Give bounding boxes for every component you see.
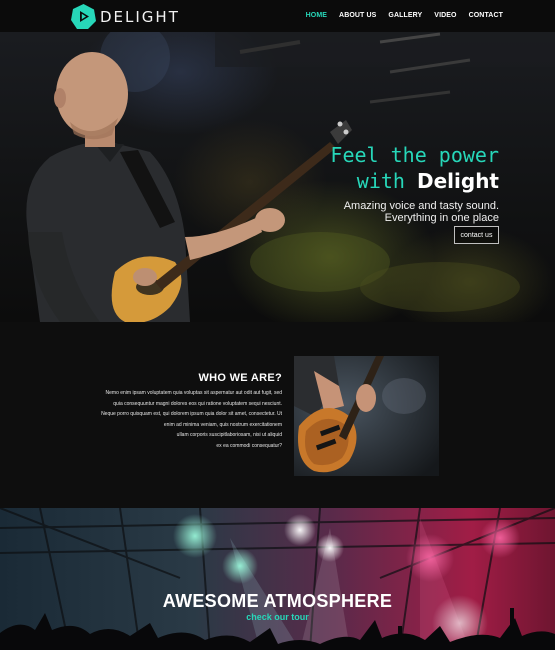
nav-item-video[interactable]: VIDEO	[434, 12, 456, 19]
hero-subtitle-line1: Amazing voice and tasty sound.	[343, 200, 499, 212]
hero-section: Feel the power with Delight Amazing voic…	[0, 32, 555, 322]
atmosphere-title: AWESOME ATMOSPHERE	[162, 591, 393, 611]
concert-crowd-photo	[0, 508, 555, 650]
hero-title-line2: with Delight	[330, 168, 499, 194]
hero-title-line1: Feel the power	[330, 143, 499, 167]
nav-item-contact[interactable]: CONTACT	[469, 12, 503, 19]
hero-subtitle-line2: Everything in one place	[384, 212, 499, 224]
guitar-closeup-photo	[294, 356, 439, 476]
about-body-line: enim ad minima veniam, quis nostrum exer…	[163, 421, 282, 428]
hero-title-prefix: with	[356, 169, 417, 193]
nav-item-home[interactable]: HOME	[306, 12, 327, 19]
nav-item-about-us[interactable]: ABOUT US	[339, 12, 376, 19]
nav-item-gallery[interactable]: GALLERY	[388, 12, 422, 19]
logo-text: DELIGHT	[100, 7, 180, 26]
about-title: WHO WE ARE?	[198, 372, 282, 384]
site-header: DELIGHT HOME ABOUT US GALLERY VIDEO CONT…	[0, 0, 555, 32]
check-our-tour-link[interactable]: check our tour	[0, 612, 555, 622]
about-body-line: Neque porro quisquam est, qui dolorem ip…	[101, 411, 282, 418]
main-nav: HOME ABOUT US GALLERY VIDEO CONTACT	[306, 12, 503, 19]
about-body: Nemo enim ipsam voluptatem quia voluptas…	[82, 388, 282, 452]
about-body-line: ex ea commodi consequatur?	[216, 442, 282, 449]
about-body-line: Nemo enim ipsam voluptatem quia voluptas…	[105, 390, 282, 396]
hero-headline: Feel the power with Delight Amazing voic…	[330, 142, 499, 224]
about-section: WHO WE ARE? Nemo enim ipsam voluptatem q…	[0, 322, 555, 508]
contact-us-button[interactable]: contact us	[454, 226, 499, 244]
hero-title-brand: Delight	[417, 169, 499, 193]
logo[interactable]: DELIGHT	[70, 3, 180, 30]
atmosphere-section: AWESOME ATMOSPHERE check our tour	[0, 508, 555, 650]
play-logo-icon	[71, 4, 96, 29]
about-body-line: ullam corporis suscipitlaboriosam, nisi …	[176, 432, 282, 439]
about-body-line: quia consequuntur magni dolores eos qui …	[113, 400, 282, 407]
